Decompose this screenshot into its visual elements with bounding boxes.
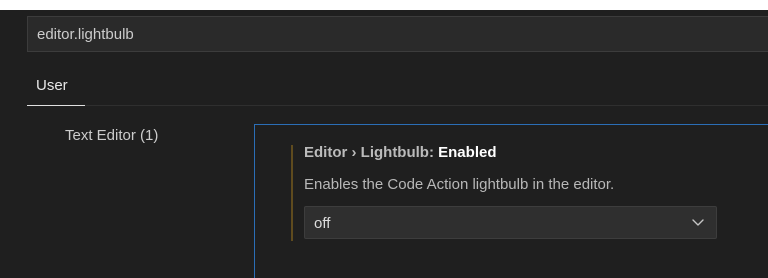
setting-item-lightbulb-enabled: Editor › Lightbulb: Enabled Enables the … — [254, 124, 768, 278]
chevron-down-icon — [692, 219, 704, 226]
tab-user[interactable]: User — [27, 64, 85, 106]
tab-user-label: User — [36, 77, 68, 94]
dropdown-selected-value: off — [314, 215, 331, 232]
toc-item-text-editor[interactable]: Text Editor (1) — [65, 127, 158, 144]
setting-description: Enables the Code Action lightbulb in the… — [304, 176, 615, 193]
settings-search-box[interactable] — [27, 16, 768, 52]
setting-value-dropdown[interactable]: off — [304, 206, 717, 239]
window-top-strip — [0, 0, 768, 10]
modified-indicator — [291, 145, 293, 241]
settings-search-input[interactable] — [28, 17, 768, 51]
setting-name: Enabled — [438, 144, 497, 161]
settings-editor: User Text Editor (1) Editor › Lightbulb:… — [0, 0, 768, 278]
settings-scope-tabs: User — [27, 64, 768, 106]
setting-title: Editor › Lightbulb: Enabled — [304, 144, 497, 161]
setting-category: Editor › Lightbulb: — [304, 144, 439, 161]
